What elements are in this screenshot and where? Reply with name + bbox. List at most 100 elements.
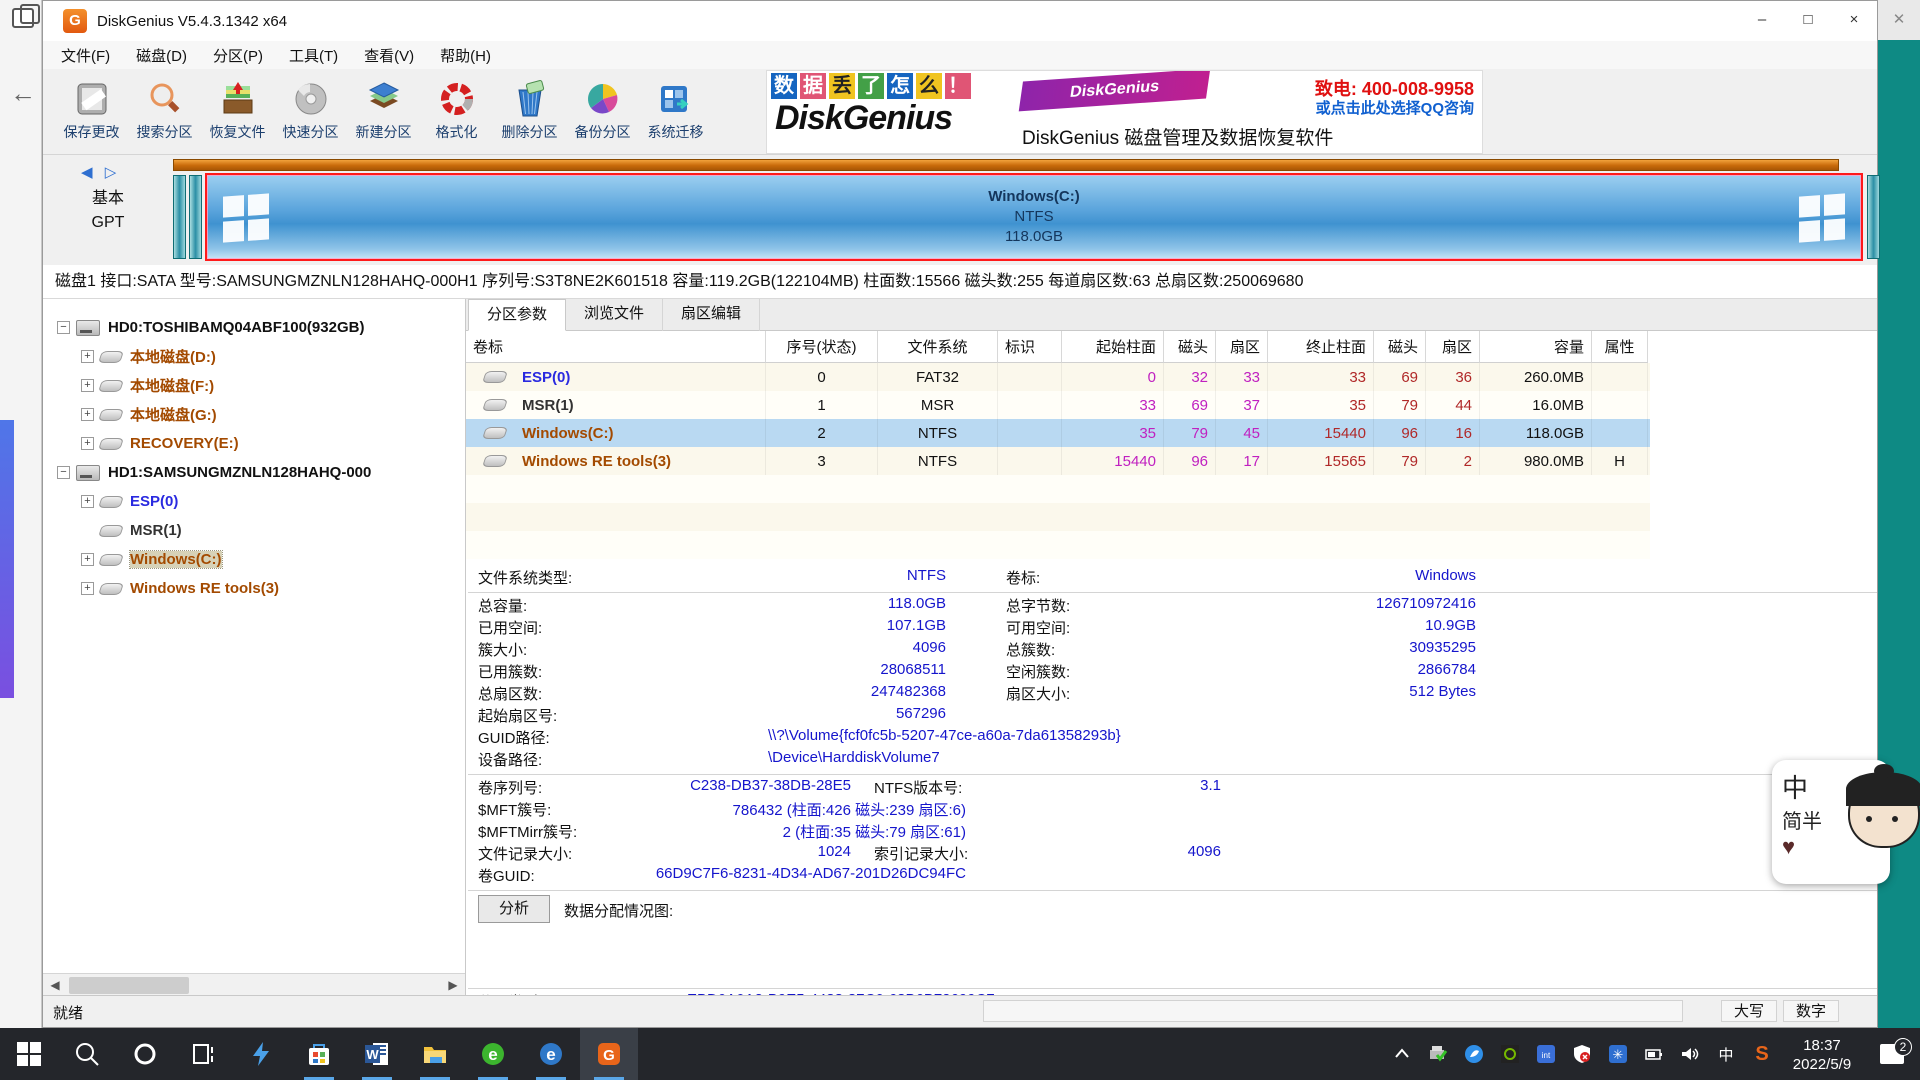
delete-partition-button[interactable]: 删除分区 [493, 69, 566, 153]
menu-help[interactable]: 帮助(H) [440, 45, 491, 66]
ad-banner[interactable]: 数 据 丢 了 怎 么 ！ DiskGenius DiskGenius 致电: … [766, 70, 1483, 154]
tree-item-local-g[interactable]: +本地磁盘(G:) [43, 400, 465, 429]
lightning-icon [248, 1041, 274, 1067]
background-close-icon[interactable]: ✕ [1878, 0, 1920, 40]
partition-table: 卷标序号(状态) 文件系统标识 起始柱面磁头 扇区终止柱面 磁头扇区 容量属性 … [466, 331, 1650, 559]
volume-icon[interactable] [1672, 1028, 1708, 1080]
menubar: 文件(F) 磁盘(D) 分区(P) 工具(T) 查看(V) 帮助(H) [43, 41, 1877, 69]
diskgenius-window: G DiskGenius V5.4.3.1342 x64 – □ × 文件(F)… [42, 0, 1878, 1028]
search-partition-button[interactable]: 搜索分区 [128, 69, 201, 153]
maximize-button[interactable]: □ [1785, 1, 1831, 41]
start-button[interactable] [0, 1028, 58, 1080]
word-button[interactable]: W [348, 1028, 406, 1080]
menu-tools[interactable]: 工具(T) [289, 45, 338, 66]
snowflake-app-icon[interactable]: ✳ [1600, 1028, 1636, 1080]
expand-icon[interactable]: + [81, 379, 94, 392]
partition-icon [482, 371, 508, 383]
taskbar-clock[interactable]: 18:37 2022/5/9 [1780, 1034, 1864, 1074]
recover-files-button[interactable]: 恢复文件 [201, 69, 274, 153]
windows-start-icon [16, 1041, 42, 1067]
tab-browse-files[interactable]: 浏览文件 [566, 299, 663, 331]
tree-item-hd1[interactable]: −HD1:SAMSUNGMZNLN128HAHQ-000 [43, 458, 465, 487]
disk-nav-arrows[interactable]: ◀ ▷ [81, 163, 120, 181]
tray-expand-icon[interactable] [1384, 1028, 1420, 1080]
scroll-left-icon[interactable]: ◀ [43, 974, 67, 997]
window-title: DiskGenius V5.4.3.1342 x64 [97, 13, 287, 30]
tree-item-windows-c[interactable]: +Windows(C:) [43, 545, 465, 574]
collapse-icon[interactable]: − [57, 321, 70, 334]
tab-sector-edit[interactable]: 扇区编辑 [663, 299, 760, 331]
system-migrate-button[interactable]: 系统迁移 [639, 69, 712, 153]
green-browser-button[interactable]: e [464, 1028, 522, 1080]
folder-icon [422, 1041, 448, 1067]
tab-strip: 分区参数 浏览文件 扇区编辑 [466, 299, 1877, 331]
sogou-input-icon[interactable]: S [1744, 1028, 1780, 1080]
backup-partition-button[interactable]: 备份分区 [566, 69, 639, 153]
format-button[interactable]: 格式化 [420, 69, 493, 153]
quick-partition-button[interactable]: 快速分区 [274, 69, 347, 153]
expand-icon[interactable]: + [81, 582, 94, 595]
scroll-right-icon[interactable]: ▶ [441, 974, 465, 997]
expand-icon[interactable]: + [81, 350, 94, 363]
system-tray: int ✳ 中 S 18:37 2022/5/9 2 [1384, 1028, 1920, 1080]
expand-icon[interactable]: + [81, 495, 94, 508]
microsoft-store-button[interactable] [290, 1028, 348, 1080]
partition-icon [98, 583, 124, 595]
cortana-button[interactable] [116, 1028, 174, 1080]
table-row[interactable]: MSR(1) 1MSR 33 6937 3579 4416.0MB [466, 391, 1650, 419]
expand-icon[interactable]: + [81, 553, 94, 566]
battery-icon[interactable] [1636, 1028, 1672, 1080]
table-row-selected[interactable]: Windows(C:) 2NTFS 35 7945 1544096 16118.… [466, 419, 1650, 447]
app-logo-icon: G [63, 9, 87, 33]
ad-qq-link[interactable]: 或点击此处选择QQ咨询 [1316, 97, 1474, 118]
tree-item-recovery-e[interactable]: +RECOVERY(E:) [43, 429, 465, 458]
task-view-button[interactable] [174, 1028, 232, 1080]
security-alert-icon[interactable] [1564, 1028, 1600, 1080]
table-row[interactable]: ESP(0) 0FAT32 0 3233 3369 36260.0MB [466, 363, 1650, 391]
edge-button[interactable]: e [522, 1028, 580, 1080]
tree-item-hd0[interactable]: −HD0:TOSHIBAMQ04ABF100(932GB) [43, 313, 465, 342]
new-partition-button[interactable]: 新建分区 [347, 69, 420, 153]
table-row[interactable]: Windows RE tools(3) 3NTFS 15440 9617 155… [466, 447, 1650, 475]
close-button[interactable]: × [1831, 1, 1877, 41]
expand-icon[interactable]: + [81, 408, 94, 421]
save-icon [73, 80, 111, 118]
minimize-button[interactable]: – [1739, 1, 1785, 41]
window-restore-icon[interactable] [12, 8, 34, 28]
menu-file[interactable]: 文件(F) [61, 45, 110, 66]
file-explorer-button[interactable] [406, 1028, 464, 1080]
tree-item-local-f[interactable]: +本地磁盘(F:) [43, 371, 465, 400]
ad-tiles: 数 据 丢 了 怎 么 ！ [771, 73, 971, 99]
menu-partition[interactable]: 分区(P) [213, 45, 263, 66]
tree-horizontal-scrollbar[interactable]: ◀ ▶ [43, 973, 465, 997]
partition-block-windows-c[interactable]: Windows(C:) NTFS 118.0GB [205, 173, 1863, 261]
windows-logo-icon [223, 193, 269, 242]
action-center-button[interactable]: 2 [1864, 1044, 1920, 1064]
tab-partition-params[interactable]: 分区参数 [468, 299, 566, 331]
ime-language-indicator[interactable]: 中 [1708, 1028, 1744, 1080]
back-arrow-icon[interactable]: ← [10, 78, 36, 109]
menu-disk[interactable]: 磁盘(D) [136, 45, 187, 66]
partition-block-msr[interactable] [189, 175, 202, 259]
menu-view[interactable]: 查看(V) [364, 45, 414, 66]
partition-block-re-tools[interactable] [1867, 175, 1880, 259]
intel-graphics-icon[interactable]: int [1528, 1028, 1564, 1080]
analyze-button[interactable]: 分析 [478, 895, 550, 923]
status-ready-text: 就绪 [53, 1002, 83, 1023]
tree-item-local-d[interactable]: +本地磁盘(D:) [43, 342, 465, 371]
nvidia-settings-icon[interactable] [1492, 1028, 1528, 1080]
printer-status-icon[interactable] [1420, 1028, 1456, 1080]
taskbar-search-button[interactable] [58, 1028, 116, 1080]
collapse-icon[interactable]: − [57, 466, 70, 479]
partition-block-esp[interactable] [173, 175, 186, 259]
save-changes-button[interactable]: 保存更改 [55, 69, 128, 153]
flash-app-button[interactable] [232, 1028, 290, 1080]
tree-item-windows-re[interactable]: +Windows RE tools(3) [43, 574, 465, 603]
tree-item-msr[interactable]: MSR(1) [43, 516, 465, 545]
tim-qq-icon[interactable] [1456, 1028, 1492, 1080]
scrollbar-thumb[interactable] [69, 977, 189, 994]
partition-icon [482, 455, 508, 467]
diskgenius-taskbar-button[interactable]: G [580, 1028, 638, 1080]
tree-item-esp[interactable]: +ESP(0) [43, 487, 465, 516]
expand-icon[interactable]: + [81, 437, 94, 450]
